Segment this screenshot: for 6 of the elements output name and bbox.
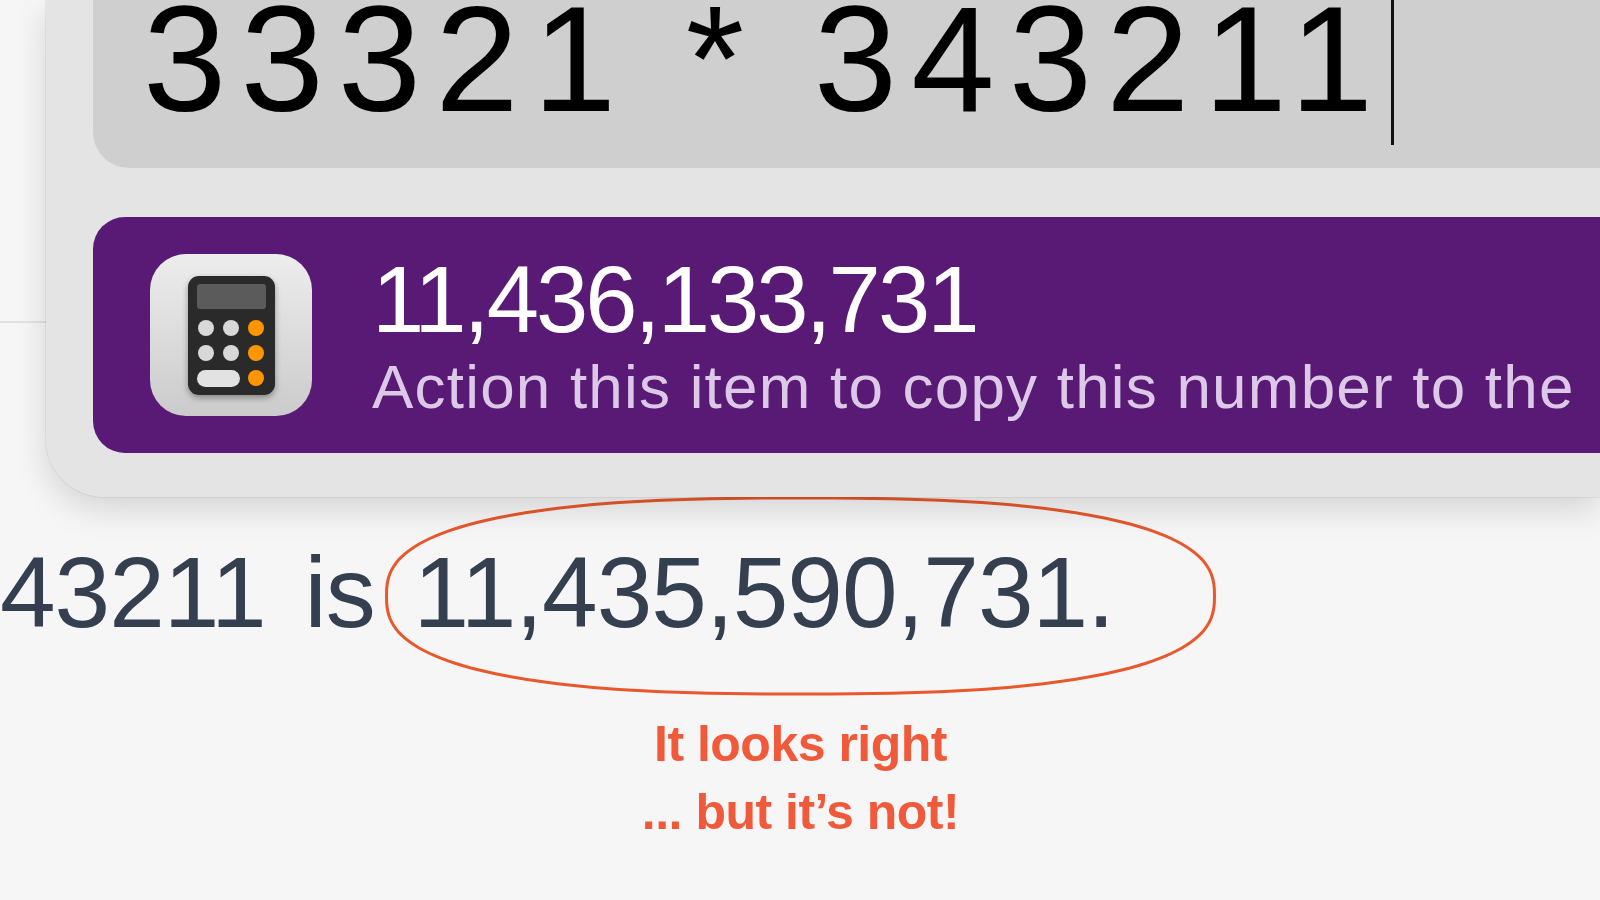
calculator-icon (150, 254, 312, 416)
result-row[interactable]: 11,436,133,731 Action this item to copy this number to the (93, 217, 1600, 453)
page-sentence: 43211 is 11,435,590,731. (0, 542, 1114, 642)
search-field[interactable]: 33321 * 343211 (93, 0, 1600, 168)
annotation-note: It looks right ... but it’s not! (641, 715, 960, 842)
result-title: 11,436,133,731 (372, 252, 977, 347)
